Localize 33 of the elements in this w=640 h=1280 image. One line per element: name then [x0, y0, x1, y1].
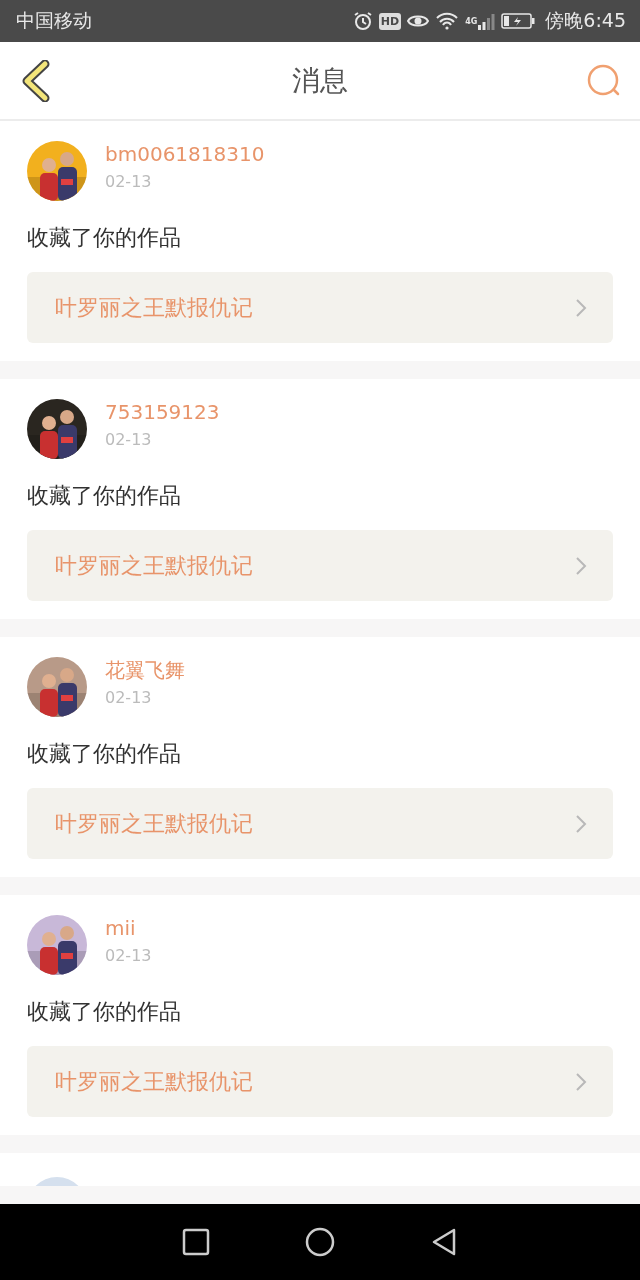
alarm-clock-icon: [352, 11, 373, 31]
clock-time: 傍晚6:45: [545, 8, 626, 33]
work-link[interactable]: 叶罗丽之王默报仇记: [27, 1046, 613, 1117]
chevron-right-icon: [575, 1071, 587, 1092]
message-date: 02-13: [105, 171, 153, 193]
user-name[interactable]: 753159123: [105, 399, 220, 425]
work-link[interactable]: 叶罗丽之王默报仇记: [27, 530, 613, 601]
message-date: 02-13: [105, 687, 153, 709]
message-text: 收藏了你的作品: [27, 224, 182, 252]
chevron-right-icon: [575, 813, 587, 834]
message-date: 02-13: [105, 429, 153, 451]
message-text: 收藏了你的作品: [27, 482, 182, 510]
message-date: 02-13: [105, 945, 152, 967]
work-link[interactable]: 叶罗丽之王默报仇记: [27, 272, 613, 343]
user-name[interactable]: mii: [105, 915, 152, 941]
carrier-name: 中国移动: [16, 8, 93, 33]
eye-icon: [407, 13, 430, 29]
message-text: 收藏了你的作品: [27, 998, 182, 1026]
triangle-icon[interactable]: [430, 1227, 458, 1257]
chevron-right-icon: [575, 297, 587, 318]
user-name[interactable]: bm0061818310: [105, 141, 265, 167]
wifi-icon: [435, 12, 460, 30]
page-title: 消息: [292, 62, 348, 99]
network-type: 4G: [465, 17, 478, 26]
user-name[interactable]: 花翼飞舞: [105, 657, 185, 683]
circle-icon[interactable]: [305, 1227, 335, 1257]
chevron-right-icon: [575, 555, 587, 576]
work-link[interactable]: 叶罗丽之王默报仇记: [27, 788, 613, 859]
message-text: 收藏了你的作品: [27, 740, 182, 768]
battery-icon: [501, 13, 536, 29]
hd-badge: HD: [378, 12, 402, 30]
signal-icon: [477, 12, 496, 30]
square-icon[interactable]: [182, 1228, 210, 1256]
